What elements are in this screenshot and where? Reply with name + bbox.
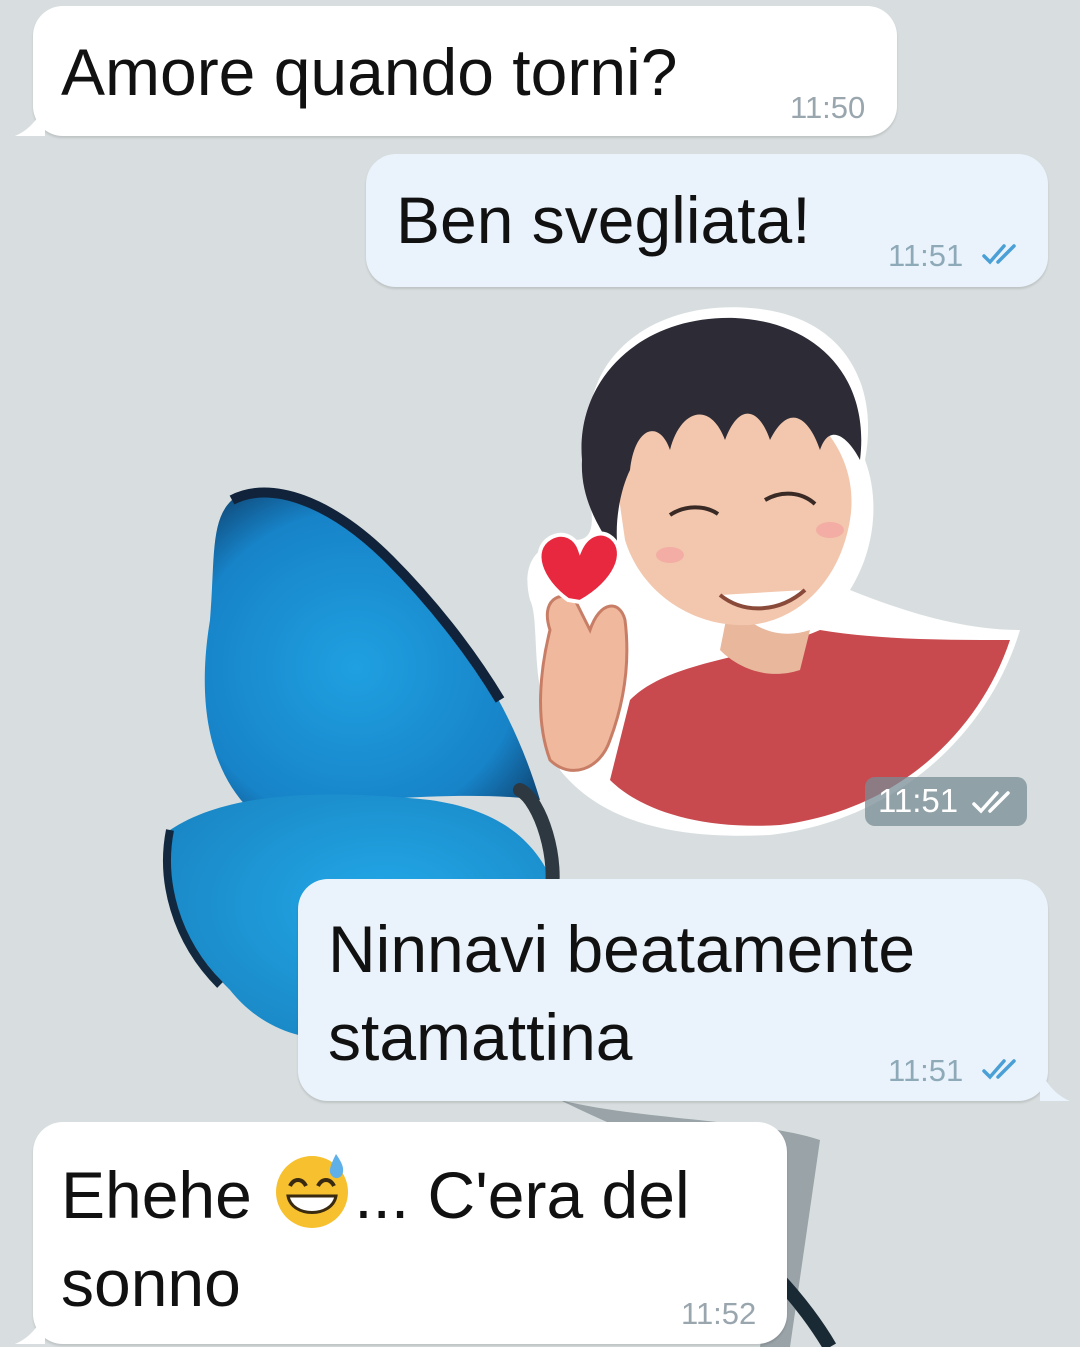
message-bubble-incoming[interactable]: Ehehe ... C'era del sonno 11:52	[33, 1122, 787, 1344]
message-time: 11:50	[790, 90, 866, 125]
double-check-icon	[982, 244, 1016, 265]
message-time: 11:51	[888, 1053, 964, 1088]
message-bubble-incoming[interactable]: Amore quando torni? 11:50	[33, 6, 897, 136]
message-text: Amore quando torni?	[61, 35, 678, 109]
bubble-tail	[1040, 1071, 1070, 1101]
message-text: Ninnavi beatamente stamattina	[328, 912, 916, 1074]
message-time: 11:52	[681, 1296, 757, 1331]
message-bubble-outgoing[interactable]: Ninnavi beatamente stamattina 11:51	[298, 879, 1048, 1101]
bubble-tail	[15, 1314, 45, 1344]
sweat-smile-emoji	[276, 1154, 349, 1228]
message-text: Ehehe ... C'era del sonno	[61, 1148, 690, 1327]
message-text-part: Ehehe	[61, 1158, 271, 1232]
boy-finger-heart-sticker[interactable]	[520, 300, 1030, 840]
message-time: 11:51	[878, 782, 959, 819]
message-bubble-outgoing[interactable]: Ben svegliata! 11:51	[366, 154, 1048, 287]
message-text: Ben svegliata!	[396, 183, 811, 257]
bubble-tail	[15, 106, 45, 136]
double-check-icon	[972, 791, 1010, 814]
double-check-icon	[982, 1059, 1016, 1080]
message-time: 11:51	[888, 238, 964, 273]
